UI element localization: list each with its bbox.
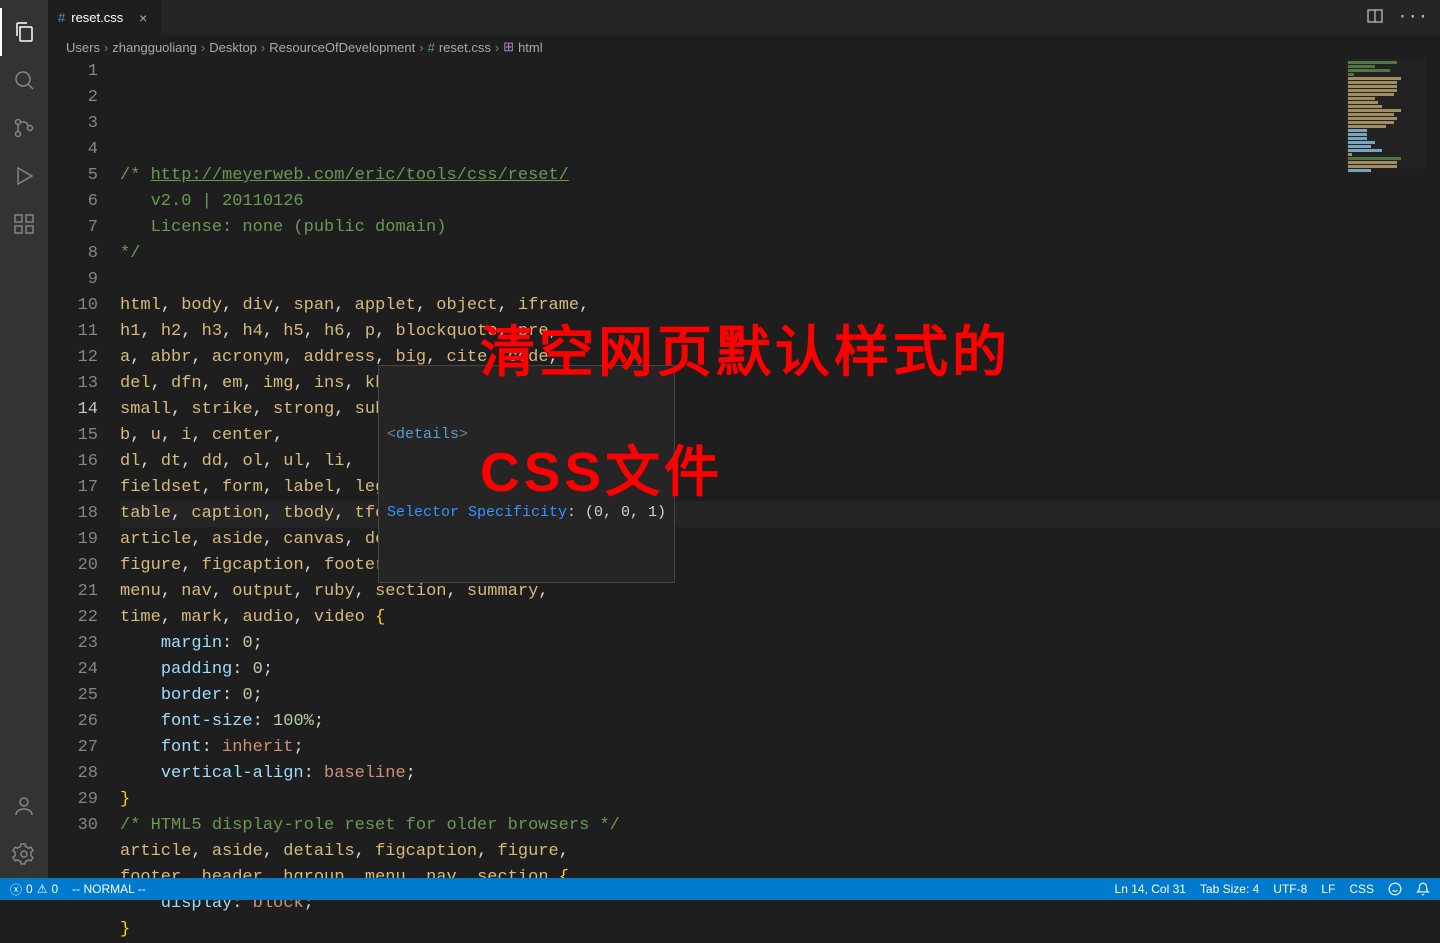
css-file-icon: # [58,10,65,25]
activity-bar [0,0,48,878]
code-line[interactable]: /* http://meyerweb.com/eric/tools/css/re… [120,163,1440,189]
symbol-icon: ⊞ [503,39,514,55]
explorer-icon[interactable] [0,8,48,56]
more-actions-icon[interactable]: ··· [1397,8,1428,27]
code-line[interactable]: vertical-align: baseline; [120,761,1440,787]
breadcrumb[interactable]: Users› zhangguoliang› Desktop› ResourceO… [48,35,1440,59]
code-line[interactable]: time, mark, audio, video { [120,605,1440,631]
tab-label: reset.css [71,10,123,25]
code-line[interactable] [120,267,1440,293]
source-control-icon[interactable] [0,104,48,152]
code-line[interactable]: article, aside, canvas, details, embed, [120,527,1440,553]
status-eol[interactable]: LF [1321,882,1335,896]
status-problems[interactable]: ⓧ0 ⚠0 [10,881,58,898]
bc-symbol[interactable]: html [518,40,543,55]
code-line[interactable]: } [120,917,1440,943]
code-line[interactable]: border: 0; [120,683,1440,709]
warning-icon: ⚠ [37,882,48,896]
tab-reset-css[interactable]: # reset.css × [48,0,162,35]
code-line[interactable]: /* HTML5 display-role reset for older br… [120,813,1440,839]
code-line[interactable]: article, aside, details, figcaption, fig… [120,839,1440,865]
search-icon[interactable] [0,56,48,104]
code-line[interactable]: License: none (public domain) [120,215,1440,241]
settings-gear-icon[interactable] [0,830,48,878]
editor-actions: ··· [1367,8,1440,27]
code-line[interactable]: figure, figcaption, footer, header, hgro… [120,553,1440,579]
bc-user[interactable]: zhangguoliang [112,40,197,55]
code-line[interactable]: fieldset, form, label, legend, [120,475,1440,501]
extensions-icon[interactable] [0,200,48,248]
annotation-overlay-2: CSS文件 [480,442,723,503]
bell-icon[interactable] [1416,882,1430,896]
run-debug-icon[interactable] [0,152,48,200]
code-line[interactable]: margin: 0; [120,631,1440,657]
split-editor-icon[interactable] [1367,8,1383,27]
status-bar: ⓧ0 ⚠0 -- NORMAL -- Ln 14, Col 31 Tab Siz… [0,878,1440,900]
code-line[interactable]: } [120,787,1440,813]
code-line[interactable]: small, strike, strong, sub, sup, tt, var… [120,397,1440,423]
accounts-icon[interactable] [0,782,48,830]
code-line[interactable]: font-size: 100%; [120,709,1440,735]
code-line[interactable]: dl, dt, dd, ol, ul, li, [120,449,1440,475]
code-line[interactable]: b, u, i, center, [120,423,1440,449]
code-line[interactable]: v2.0 | 20110126 [120,189,1440,215]
annotation-overlay: 清空网页默认样式的 [480,322,1011,383]
editor[interactable]: 1234567891011121314151617181920212223242… [48,59,1440,878]
code-line[interactable]: font: inherit; [120,735,1440,761]
bc-users[interactable]: Users [66,40,100,55]
close-icon[interactable]: × [135,10,151,26]
code-line[interactable]: table, caption, tbody, tfoot, thead, tr,… [120,501,1440,527]
status-encoding[interactable]: UTF-8 [1273,882,1307,896]
code-line[interactable]: menu, nav, output, ruby, section, summar… [120,579,1440,605]
line-number-gutter: 1234567891011121314151617181920212223242… [48,59,120,878]
status-indent[interactable]: Tab Size: 4 [1200,882,1259,896]
status-language[interactable]: CSS [1349,882,1374,896]
bc-file[interactable]: reset.css [439,40,491,55]
status-cursor-pos[interactable]: Ln 14, Col 31 [1115,882,1186,896]
code-line[interactable]: html, body, div, span, applet, object, i… [120,293,1440,319]
code-line[interactable]: padding: 0; [120,657,1440,683]
status-vim-mode[interactable]: -- NORMAL -- [72,882,146,896]
feedback-icon[interactable] [1388,882,1402,896]
code-line[interactable]: */ [120,241,1440,267]
code-content[interactable]: /* http://meyerweb.com/eric/tools/css/re… [120,59,1440,878]
css-file-icon: # [428,40,435,55]
bc-desktop[interactable]: Desktop [209,40,257,55]
tab-bar: # reset.css × ··· [48,0,1440,35]
bc-folder[interactable]: ResourceOfDevelopment [269,40,415,55]
minimap[interactable] [1346,59,1426,169]
error-icon: ⓧ [10,881,22,898]
